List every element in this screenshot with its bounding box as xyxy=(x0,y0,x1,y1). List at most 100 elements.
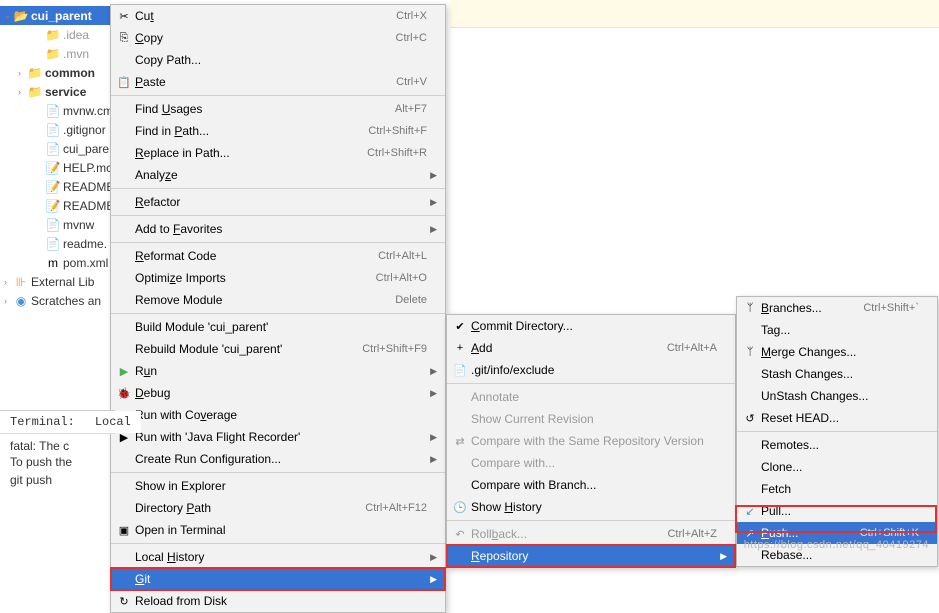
menu-item-rebuild-module-cui-parent[interactable]: Rebuild Module 'cui_parent'Ctrl+Shift+F9 xyxy=(111,338,445,360)
file-icon: 📁 xyxy=(46,28,60,42)
menu-item-optimize-imports[interactable]: Optimize ImportsCtrl+Alt+O xyxy=(111,267,445,289)
terminal-line: To push the xyxy=(0,454,82,470)
menu-item-remotes[interactable]: Remotes... xyxy=(737,434,937,456)
file-icon: 📄 xyxy=(46,218,60,232)
comparewiththesamerepositoryversion-icon: ⇄ xyxy=(451,435,469,448)
menu-item-local-history[interactable]: Local History▶ xyxy=(111,546,445,568)
context-menu-git: ✔Commit Directory...+AddCtrl+Alt+A📄.git/… xyxy=(446,314,736,568)
menu-item-copy[interactable]: ⎘CopyCtrl+C xyxy=(111,27,445,49)
menu-label: Tag... xyxy=(759,323,919,337)
menu-item-reload-from-disk[interactable]: ↻Reload from Disk xyxy=(111,590,445,612)
menu-item-cut[interactable]: ✂CutCtrl+X xyxy=(111,5,445,27)
menu-label: Create Run Configuration... xyxy=(133,452,427,466)
menu-item-build-module-cui-parent[interactable]: Build Module 'cui_parent' xyxy=(111,316,445,338)
menu-item-run-with-coverage[interactable]: ▶Run with Coverage xyxy=(111,404,445,426)
shortcut: Ctrl+Shift+F9 xyxy=(346,343,427,355)
menu-label: Compare with the Same Repository Version xyxy=(469,434,717,448)
submenu-arrow-icon: ▶ xyxy=(427,224,437,235)
file-icon: 📄 xyxy=(46,237,60,251)
chevron-right-icon: › xyxy=(18,68,28,78)
shortcut: Ctrl+Alt+O xyxy=(360,272,427,284)
menu-label: Build Module 'cui_parent' xyxy=(133,320,427,334)
menu-item-find-usages[interactable]: Find UsagesAlt+F7 xyxy=(111,98,445,120)
submenu-arrow-icon: ▶ xyxy=(427,552,437,563)
menu-item-add-to-favorites[interactable]: Add to Favorites▶ xyxy=(111,218,445,240)
menu-item-git[interactable]: Git▶ xyxy=(111,568,445,590)
menu-item-replace-in-path[interactable]: Replace in Path...Ctrl+Shift+R xyxy=(111,142,445,164)
menu-item-find-in-path[interactable]: Find in Path...Ctrl+Shift+F xyxy=(111,120,445,142)
menu-label: Compare with... xyxy=(469,456,717,470)
menu-label: Git xyxy=(133,572,427,586)
menu-label: Add xyxy=(469,341,651,355)
menu-item-stash-changes[interactable]: Stash Changes... xyxy=(737,363,937,385)
menu-item-open-in-terminal[interactable]: ▣Open in Terminal xyxy=(111,519,445,541)
debug-icon: 🐞 xyxy=(115,387,133,400)
menu-item-branches[interactable]: ᛘBranches...Ctrl+Shift+` xyxy=(737,297,937,319)
menu-label: Annotate xyxy=(469,390,717,404)
menu-item-reset-head[interactable]: ↺Reset HEAD... xyxy=(737,407,937,429)
tree-label: README xyxy=(60,199,114,213)
menu-label: Clone... xyxy=(759,460,919,474)
menu-label: Stash Changes... xyxy=(759,367,919,381)
copy-icon: ⎘ xyxy=(115,32,133,45)
menu-label: .git/info/exclude xyxy=(469,363,717,377)
run-icon: ▶ xyxy=(115,365,133,378)
menu-item-compare-with-branch[interactable]: Compare with Branch... xyxy=(447,474,735,496)
separator xyxy=(111,188,445,189)
rollback-icon: ↶ xyxy=(451,528,469,541)
menu-label: Fetch xyxy=(759,482,919,496)
tree-label: mvnw.cm xyxy=(60,104,113,118)
paste-icon: 📋 xyxy=(115,76,133,89)
menu-item-refactor[interactable]: Refactor▶ xyxy=(111,191,445,213)
menu-item-clone[interactable]: Clone... xyxy=(737,456,937,478)
add-icon: + xyxy=(451,342,469,354)
menu-item-debug[interactable]: 🐞Debug▶ xyxy=(111,382,445,404)
menu-item-remove-module[interactable]: Remove ModuleDelete xyxy=(111,289,445,311)
submenu-arrow-icon: ▶ xyxy=(427,454,437,465)
menu-item-unstash-changes[interactable]: UnStash Changes... xyxy=(737,385,937,407)
menu-item-run-with-java-flight-recorder[interactable]: ▶Run with 'Java Flight Recorder'▶ xyxy=(111,426,445,448)
menu-item-create-run-configuration[interactable]: Create Run Configuration...▶ xyxy=(111,448,445,470)
menu-item-show-in-explorer[interactable]: Show in Explorer xyxy=(111,475,445,497)
editor-notification-bar xyxy=(450,0,939,28)
menu-item-fetch[interactable]: Fetch xyxy=(737,478,937,500)
menu-item-tag[interactable]: Tag... xyxy=(737,319,937,341)
menu-item-show-history[interactable]: 🕒Show History xyxy=(447,496,735,518)
submenu-arrow-icon: ▶ xyxy=(427,574,437,585)
menu-item-git-info-exclude[interactable]: 📄.git/info/exclude xyxy=(447,359,735,381)
menu-item-add[interactable]: +AddCtrl+Alt+A xyxy=(447,337,735,359)
menu-item-merge-changes[interactable]: ᛘMerge Changes... xyxy=(737,341,937,363)
separator xyxy=(111,242,445,243)
menu-item-copy-path[interactable]: Copy Path... xyxy=(111,49,445,71)
watermark: https://blog.csdn.net/qq_40419274 xyxy=(744,539,929,551)
file-icon: 📝 xyxy=(46,180,60,194)
menu-label: Compare with Branch... xyxy=(469,478,717,492)
menu-label: Remove Module xyxy=(133,293,379,307)
resethead-icon: ↺ xyxy=(741,412,759,425)
menu-label: Repository xyxy=(469,549,717,563)
menu-label: Directory Path xyxy=(133,501,349,515)
file-icon: 📝 xyxy=(46,199,60,213)
shortcut: Ctrl+V xyxy=(380,76,427,88)
terminal-panel[interactable]: Terminal: Local xyxy=(0,410,115,576)
menu-item-run[interactable]: ▶Run▶ xyxy=(111,360,445,382)
cut-icon: ✂ xyxy=(115,10,133,23)
terminal-output: fatal: The cTo push the git push xyxy=(0,438,82,488)
menu-item-compare-with: Compare with... xyxy=(447,452,735,474)
menu-label: Commit Directory... xyxy=(469,319,717,333)
menu-item-directory-path[interactable]: Directory PathCtrl+Alt+F12 xyxy=(111,497,445,519)
menu-label: Paste xyxy=(133,75,380,89)
menu-item-commit-directory[interactable]: ✔Commit Directory... xyxy=(447,315,735,337)
menu-item-analyze[interactable]: Analyze▶ xyxy=(111,164,445,186)
terminal-tab[interactable]: Local xyxy=(85,411,141,433)
tree-label: .gitignor xyxy=(60,123,106,137)
file-icon: 📄 xyxy=(46,123,60,137)
menu-item-reformat-code[interactable]: Reformat CodeCtrl+Alt+L xyxy=(111,245,445,267)
push-highlight-box xyxy=(736,506,936,532)
separator xyxy=(111,95,445,96)
menu-item-paste[interactable]: 📋PasteCtrl+V xyxy=(111,71,445,93)
menu-item-repository[interactable]: Repository▶ xyxy=(447,545,735,567)
context-menu-main: ✂CutCtrl+X⎘CopyCtrl+CCopy Path...📋PasteC… xyxy=(110,4,446,613)
menu-label: Remotes... xyxy=(759,438,919,452)
separator xyxy=(111,215,445,216)
